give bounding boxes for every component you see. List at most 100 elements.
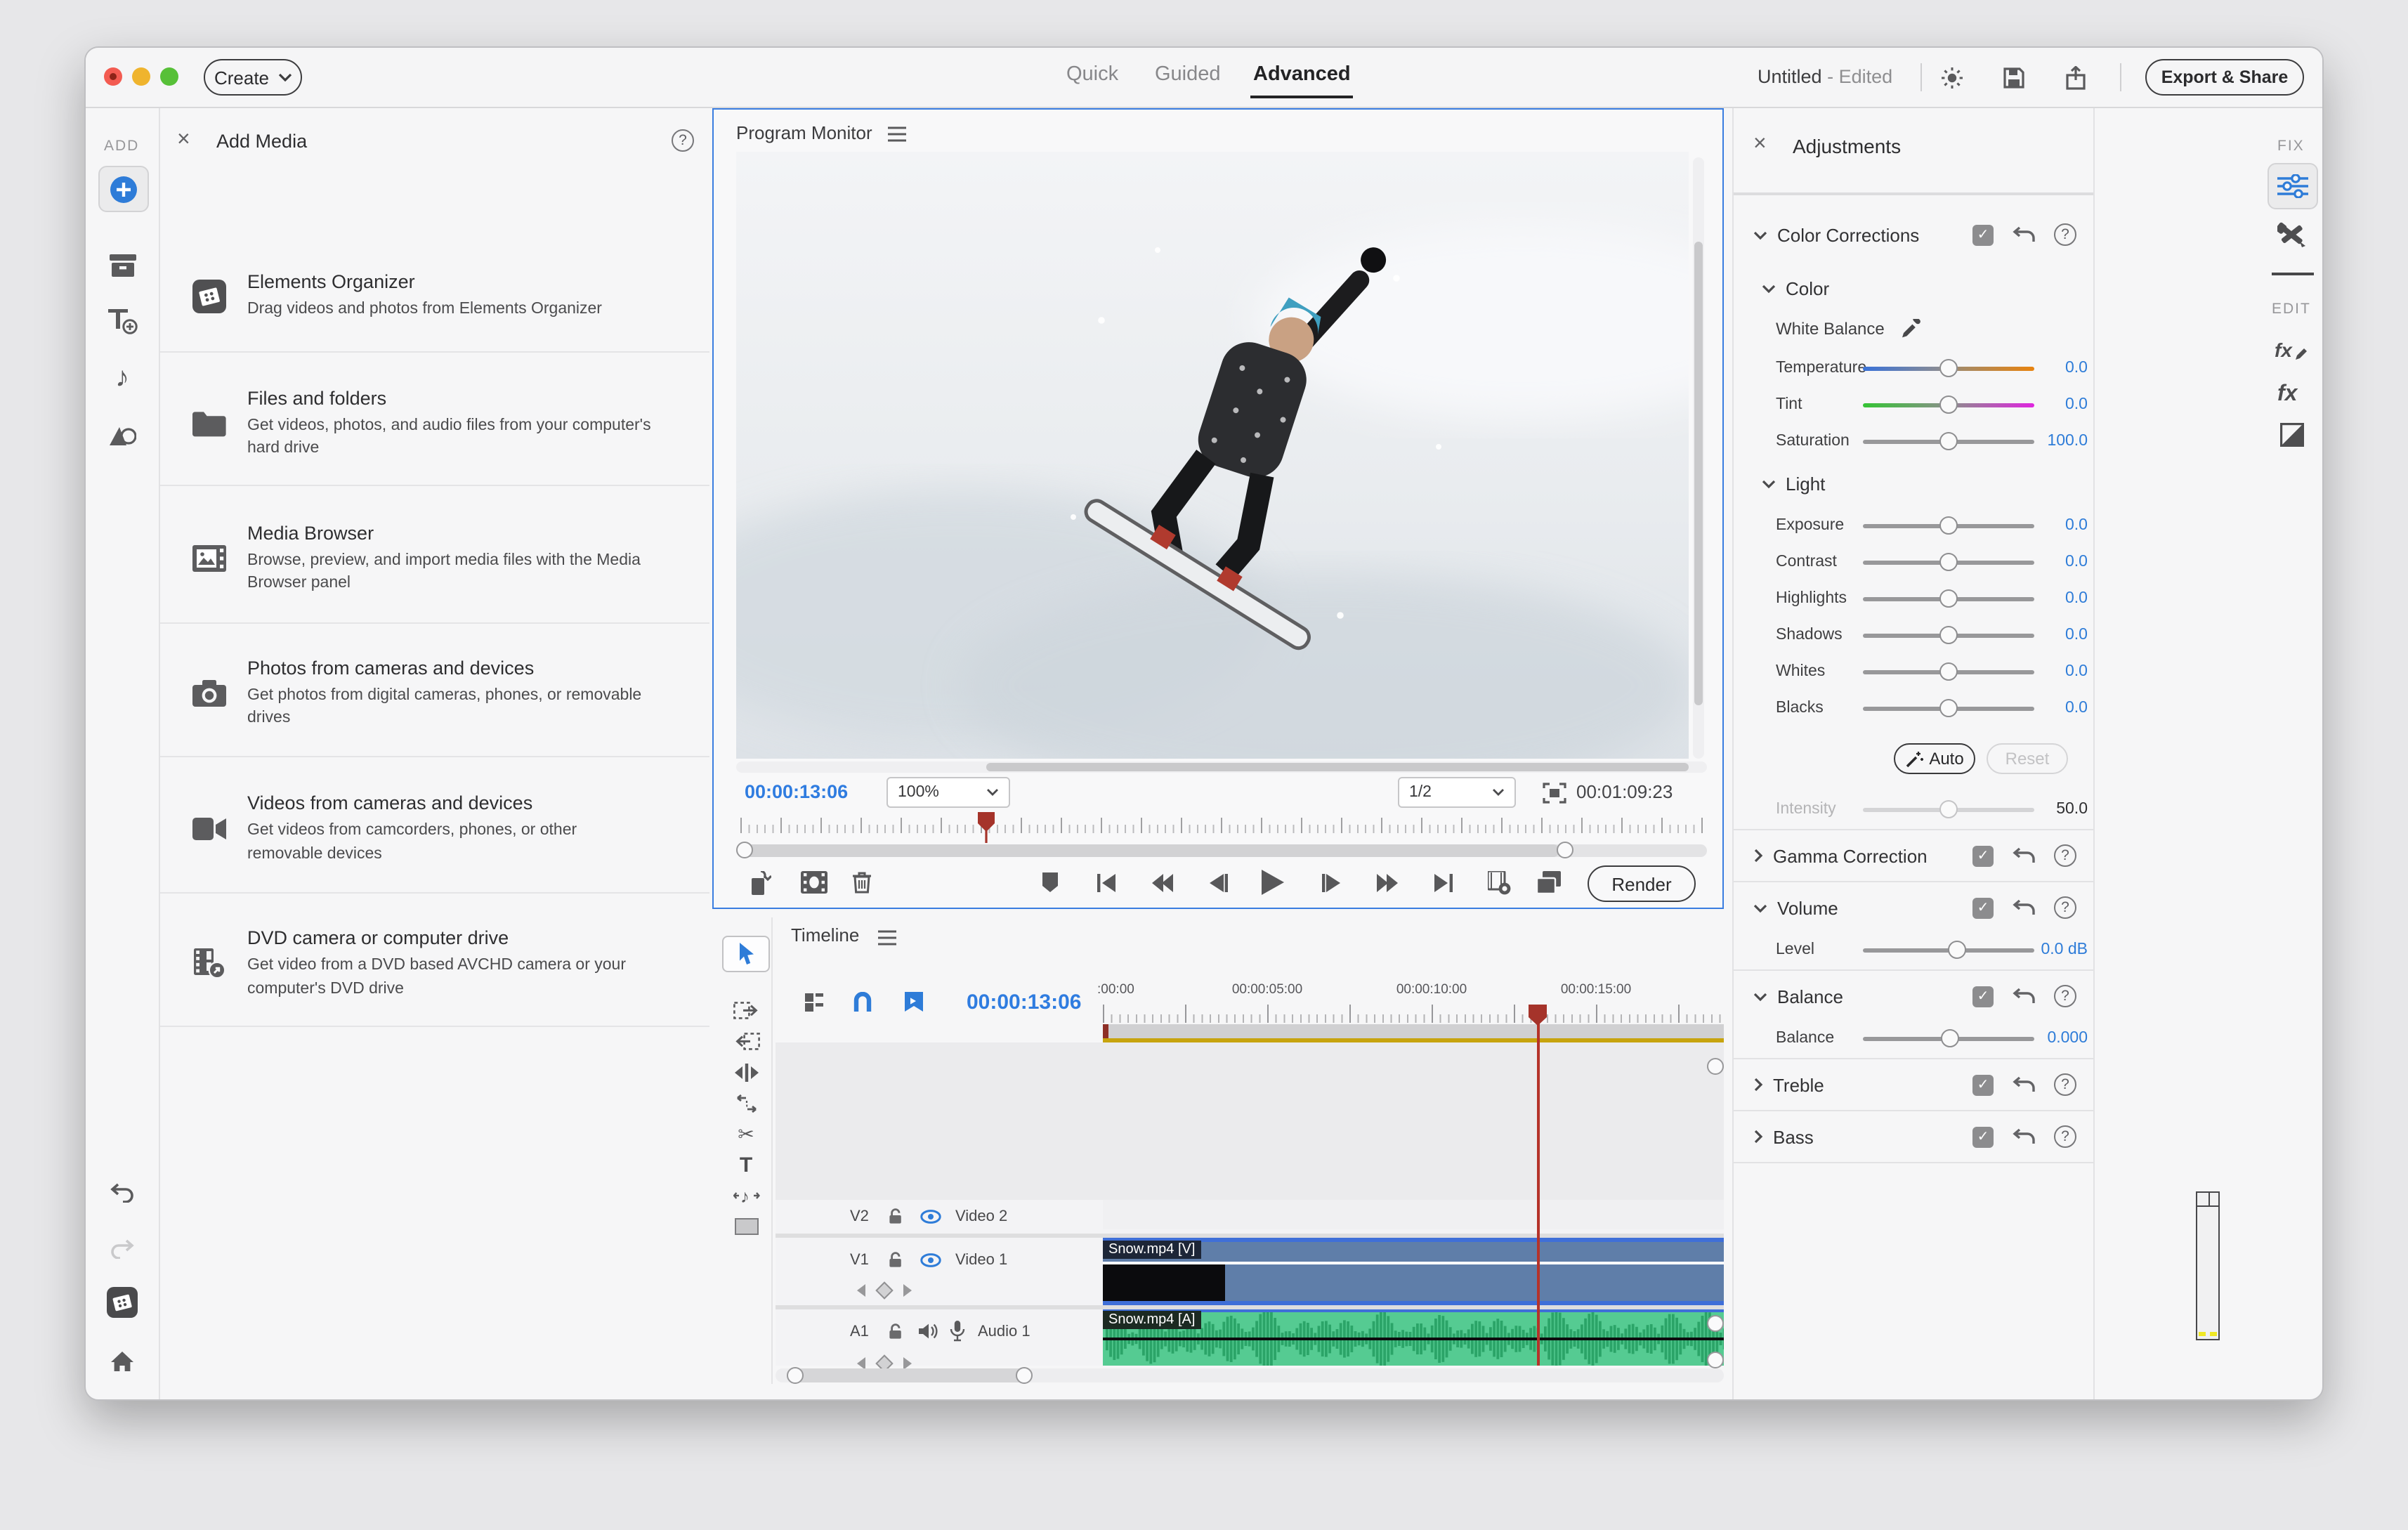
chevron-right-icon[interactable] [1753,1078,1763,1092]
contrast-slider[interactable] [1863,560,2034,564]
delete-icon[interactable] [849,868,874,896]
fast-forward-icon[interactable] [1375,872,1399,892]
tab-guided[interactable]: Guided [1155,63,1221,86]
temperature-slider[interactable] [1863,366,2034,370]
music-icon[interactable]: ♪ [98,360,146,396]
highlights-value[interactable]: 0.0 [2034,590,2088,607]
eye-icon[interactable] [920,1210,941,1224]
tab-advanced[interactable]: Advanced [1253,63,1351,86]
keyframe-navigator[interactable] [857,1284,912,1297]
project-assets-icon[interactable] [98,247,146,284]
intensity-value[interactable]: 50.0 [2034,801,2088,818]
add-media-tool-button[interactable] [98,166,149,212]
enable-checkbox[interactable]: ✓ [1972,897,1994,918]
work-area-start-marker[interactable] [1103,1024,1108,1038]
panel-menu-icon[interactable] [888,126,906,142]
home-icon[interactable] [98,1343,146,1380]
help-icon[interactable]: ? [2054,844,2076,867]
chevron-down-icon[interactable] [1753,991,1767,1001]
transitions-edit-icon[interactable] [2268,416,2315,452]
close-icon[interactable]: × [177,129,190,152]
extend-selection-left-tool[interactable] [724,1027,768,1055]
add-media-item-photos-from-cameras-and-devices[interactable]: Photos from cameras and devicesGet photo… [160,631,709,756]
tab-quick[interactable]: Quick [1066,63,1118,86]
microphone-icon[interactable] [950,1321,965,1342]
whites-slider[interactable] [1863,669,2034,674]
help-icon[interactable]: ? [672,129,694,152]
close-window-button[interactable] [104,67,122,86]
adjust-tool-button[interactable] [2268,163,2318,209]
auto-button[interactable]: Auto [1894,743,1975,774]
monitor-scrubber[interactable] [740,812,1707,833]
selection-tool-button[interactable] [722,936,770,972]
timeline-ruler[interactable] [1103,1005,1724,1023]
enable-checkbox[interactable]: ✓ [1972,986,1994,1007]
section-treble[interactable]: Treble✓? [1734,1061,2093,1109]
tint-slider[interactable] [1863,403,2034,407]
zoom-bar-right-handle[interactable] [1557,842,1573,858]
add-media-item-media-browser[interactable]: Media BrowserBrowse, preview, and import… [160,495,709,622]
playhead-handle[interactable] [1529,1005,1547,1026]
share-icon[interactable] [2061,63,2089,91]
eyedropper-icon[interactable] [1902,319,1921,339]
temperature-value[interactable]: 0.0 [2034,360,2088,377]
lock-icon[interactable] [888,1252,903,1269]
track-scroll-handle[interactable] [1707,1058,1724,1075]
playback-quality-dropdown[interactable]: 1/2 [1398,777,1516,808]
help-icon[interactable]: ? [2054,985,2076,1007]
fx-icon[interactable]: fx [2268,374,2315,410]
video-horizontal-scrollbar[interactable] [736,761,1707,773]
work-area-bar[interactable] [1103,1024,1724,1038]
clip-snow-video[interactable]: Snow.mp4 [V] [1103,1238,1724,1305]
create-button[interactable]: Create [204,59,302,96]
panel-menu-icon[interactable] [878,930,896,946]
section-gamma-correction[interactable]: Gamma Correction✓? [1734,832,2093,880]
timeline-zoom-right-handle[interactable] [1016,1367,1033,1384]
zoom-level-dropdown[interactable]: 100% [886,777,1010,808]
shadows-slider[interactable] [1863,633,2034,637]
chevron-down-icon[interactable] [1762,478,1776,488]
trim-tool[interactable] [724,1058,768,1086]
text-tool[interactable]: T [724,1151,768,1179]
help-icon[interactable]: ? [2054,896,2076,919]
reset-section-icon[interactable] [2012,898,2036,917]
clip-snow-audio[interactable]: Snow.mp4 [A] [1103,1309,1724,1366]
timeline-timecode[interactable]: 00:00:13:06 [967,990,1081,1014]
play-icon[interactable] [1260,868,1285,895]
lock-icon[interactable] [888,1208,903,1225]
saturation-slider[interactable] [1863,439,2034,443]
add-media-item-files-and-folders[interactable]: Files and foldersGet videos, photos, and… [160,362,709,485]
fx-edit-icon[interactable]: fx [2268,332,2315,368]
chevron-down-icon[interactable] [1762,283,1776,293]
track-display-icon[interactable] [799,990,827,1013]
redo-icon[interactable] [98,1231,146,1267]
elements-organizer-app-icon[interactable] [98,1284,146,1321]
fullscreen-icon[interactable] [1540,780,1568,805]
lock-icon[interactable] [888,1323,903,1340]
go-to-start-icon[interactable] [1094,872,1117,892]
save-icon[interactable] [1999,65,2027,90]
current-timecode[interactable]: 00:00:13:06 [745,781,848,802]
tint-value[interactable]: 0.0 [2034,396,2088,413]
help-icon[interactable]: ? [2054,223,2076,246]
balance-value[interactable]: 0.000 [2034,1030,2088,1047]
export-share-button[interactable]: Export & Share [2145,59,2304,96]
reset-button[interactable]: Reset [1987,743,2068,774]
render-button[interactable]: Render [1588,865,1696,902]
step-forward-icon[interactable] [1319,872,1342,892]
fix-tools-icon[interactable] [2268,216,2315,253]
brightness-icon[interactable] [1937,65,1965,90]
highlights-slider[interactable] [1863,596,2034,601]
enable-checkbox[interactable]: ✓ [1972,224,1994,245]
time-stretch-tool[interactable] [724,1089,768,1117]
monitor-playhead[interactable] [978,812,995,843]
add-marker-icon[interactable] [1040,871,1059,894]
help-icon[interactable]: ? [2054,1073,2076,1096]
duplicate-frame-icon[interactable] [1534,868,1562,896]
timeline-horizontal-scrollbar[interactable] [776,1368,1724,1382]
enable-checkbox[interactable]: ✓ [1972,1074,1994,1095]
section-volume[interactable]: Volume✓? [1734,884,2093,931]
eye-icon[interactable] [920,1253,941,1267]
saturation-value[interactable]: 100.0 [2034,433,2088,450]
enable-checkbox[interactable]: ✓ [1972,1126,1994,1147]
